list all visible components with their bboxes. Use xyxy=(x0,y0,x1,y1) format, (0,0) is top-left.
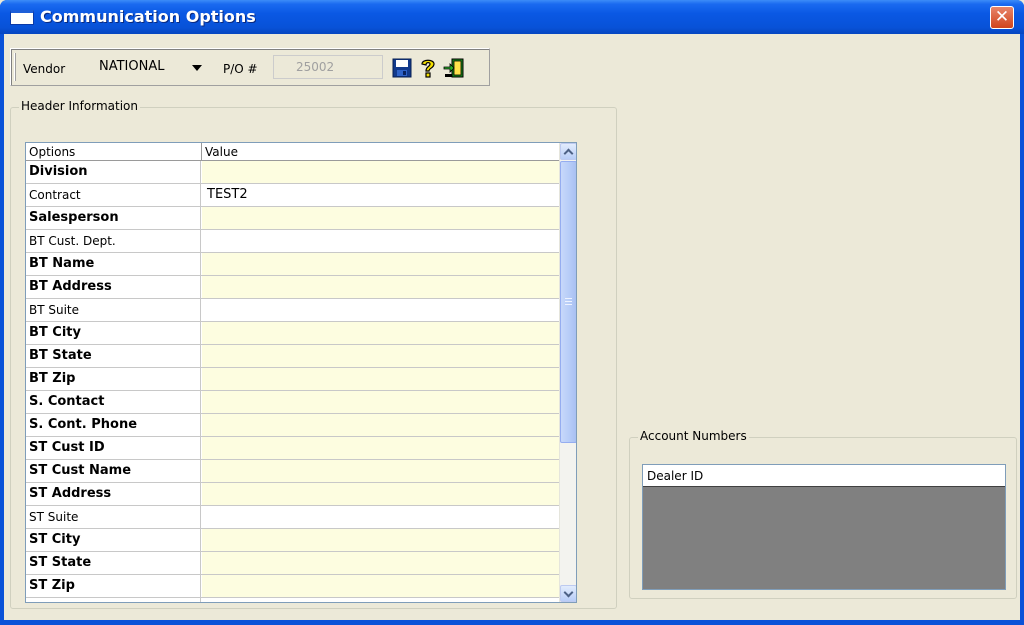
option-name-cell: Salesperson xyxy=(26,207,201,229)
option-value-cell[interactable] xyxy=(202,322,559,344)
chevron-up-icon xyxy=(563,148,574,159)
scroll-down-button[interactable] xyxy=(560,585,576,602)
option-value-cell[interactable] xyxy=(202,437,559,459)
table-row[interactable]: BT Suite xyxy=(26,299,559,322)
table-row[interactable]: ST Cust ID xyxy=(26,437,559,460)
account-numbers-grid[interactable]: Dealer ID xyxy=(642,464,1006,590)
option-value-cell[interactable] xyxy=(202,368,559,390)
account-numbers-group: Account Numbers Dealer ID xyxy=(629,429,1017,599)
table-row[interactable]: Division xyxy=(26,161,559,184)
header-options-grid: Options Value Division Contract TEST2 Sales… xyxy=(25,142,577,603)
option-name-cell: BT Address xyxy=(26,276,201,298)
option-value-cell[interactable] xyxy=(202,529,559,551)
option-name-cell: ST City xyxy=(26,529,201,551)
option-name-cell: BT State xyxy=(26,345,201,367)
table-row[interactable]: BT City xyxy=(26,322,559,345)
option-name-cell: ST Cust Name xyxy=(26,460,201,482)
option-value-cell[interactable]: TEST2 xyxy=(202,184,559,206)
scroll-up-button[interactable] xyxy=(560,143,576,160)
window-icon xyxy=(10,10,34,25)
option-value-cell[interactable] xyxy=(202,575,559,597)
client-area: Vendor NATIONAL P/O # 25002 Header Infor… xyxy=(4,34,1020,625)
option-value-cell[interactable] xyxy=(202,276,559,298)
table-row[interactable]: BT Zip xyxy=(26,368,559,391)
thumb-grip-icon xyxy=(565,298,572,305)
option-value-cell[interactable] xyxy=(202,345,559,367)
table-row[interactable]: ST State xyxy=(26,552,559,575)
option-value-cell[interactable] xyxy=(202,207,559,229)
table-row[interactable]: ST Address xyxy=(26,483,559,506)
option-name-cell: Contract xyxy=(26,184,201,206)
option-value-cell[interactable] xyxy=(202,483,559,505)
communication-options-window: Communication Options ✕ Vendor NATIONAL … xyxy=(0,0,1024,625)
table-row[interactable]: BT Address xyxy=(26,276,559,299)
option-value-cell[interactable] xyxy=(202,253,559,275)
option-name-cell: BT Suite xyxy=(26,299,201,321)
option-value-cell[interactable] xyxy=(202,161,559,183)
vendor-selected-value: NATIONAL xyxy=(99,59,165,74)
option-name-cell: S. Cont. Phone xyxy=(26,414,201,436)
table-row[interactable]: Contract TEST2 xyxy=(26,184,559,207)
table-row[interactable]: BT Cust. Dept. xyxy=(26,230,559,253)
grid-rows: Division Contract TEST2 Salesperson BT Cust.… xyxy=(26,161,559,602)
po-number-field: 25002 xyxy=(273,55,383,79)
close-button[interactable]: ✕ xyxy=(990,6,1014,29)
header-information-group: Header Information Options Value Divisio… xyxy=(10,99,617,609)
vendor-dropdown[interactable]: NATIONAL xyxy=(99,55,211,79)
window-bottom-border xyxy=(4,620,1020,625)
title-bar[interactable]: Communication Options ✕ xyxy=(0,0,1024,34)
option-name-cell: BT City xyxy=(26,322,201,344)
table-row[interactable]: ST City xyxy=(26,529,559,552)
option-name-cell: ST Address xyxy=(26,483,201,505)
option-value-cell[interactable] xyxy=(202,414,559,436)
po-label: P/O # xyxy=(223,62,258,76)
column-header-dealer-id[interactable]: Dealer ID xyxy=(643,465,1005,487)
table-row[interactable]: ST Zip xyxy=(26,575,559,598)
option-name-cell: ST State xyxy=(26,552,201,574)
grid-vertical-scrollbar[interactable] xyxy=(559,143,576,602)
option-value-cell[interactable] xyxy=(202,299,559,321)
option-value-cell[interactable] xyxy=(202,230,559,252)
toolbar: Vendor NATIONAL P/O # 25002 xyxy=(10,48,490,86)
scrollbar-thumb[interactable] xyxy=(560,161,576,443)
exit-icon[interactable] xyxy=(443,57,465,79)
option-name-cell: Division xyxy=(26,161,201,183)
toolbar-grip-handle[interactable] xyxy=(14,53,16,81)
option-name-cell: BT Zip xyxy=(26,368,201,390)
option-value-cell[interactable] xyxy=(202,598,559,602)
window-title: Communication Options xyxy=(40,7,256,26)
table-row[interactable]: ST Cust Name xyxy=(26,460,559,483)
option-value-cell[interactable] xyxy=(202,552,559,574)
table-row[interactable]: S. Cont. Phone xyxy=(26,414,559,437)
column-header-options[interactable]: Options xyxy=(26,143,202,161)
account-numbers-title: Account Numbers xyxy=(638,429,749,443)
column-header-value[interactable]: Value xyxy=(202,143,559,161)
option-name-cell: BT Cust. Dept. xyxy=(26,230,201,252)
option-value-cell[interactable] xyxy=(202,506,559,528)
option-name-cell: ST Zip xyxy=(26,575,201,597)
option-name-cell: S. Contact xyxy=(26,391,201,413)
chevron-down-icon xyxy=(563,587,574,598)
table-row[interactable]: S. Contact xyxy=(26,391,559,414)
vendor-label: Vendor xyxy=(23,62,66,76)
table-row[interactable]: BT Name xyxy=(26,253,559,276)
help-icon[interactable] xyxy=(417,57,439,79)
table-row[interactable]: ST Cell N xyxy=(26,598,559,602)
table-row[interactable]: ST Suite xyxy=(26,506,559,529)
table-row[interactable]: Salesperson xyxy=(26,207,559,230)
option-value-cell[interactable] xyxy=(202,460,559,482)
option-value-cell[interactable] xyxy=(202,391,559,413)
option-name-cell: ST Cust ID xyxy=(26,437,201,459)
save-icon[interactable] xyxy=(391,57,413,79)
option-name-cell: ST Suite xyxy=(26,506,201,528)
option-name-cell: BT Name xyxy=(26,253,201,275)
dropdown-arrow-icon[interactable] xyxy=(192,65,202,71)
table-row[interactable]: BT State xyxy=(26,345,559,368)
header-information-title: Header Information xyxy=(19,99,140,113)
option-name-cell: ST Cell N xyxy=(26,598,201,602)
grid-header-row: Options Value xyxy=(26,143,559,161)
